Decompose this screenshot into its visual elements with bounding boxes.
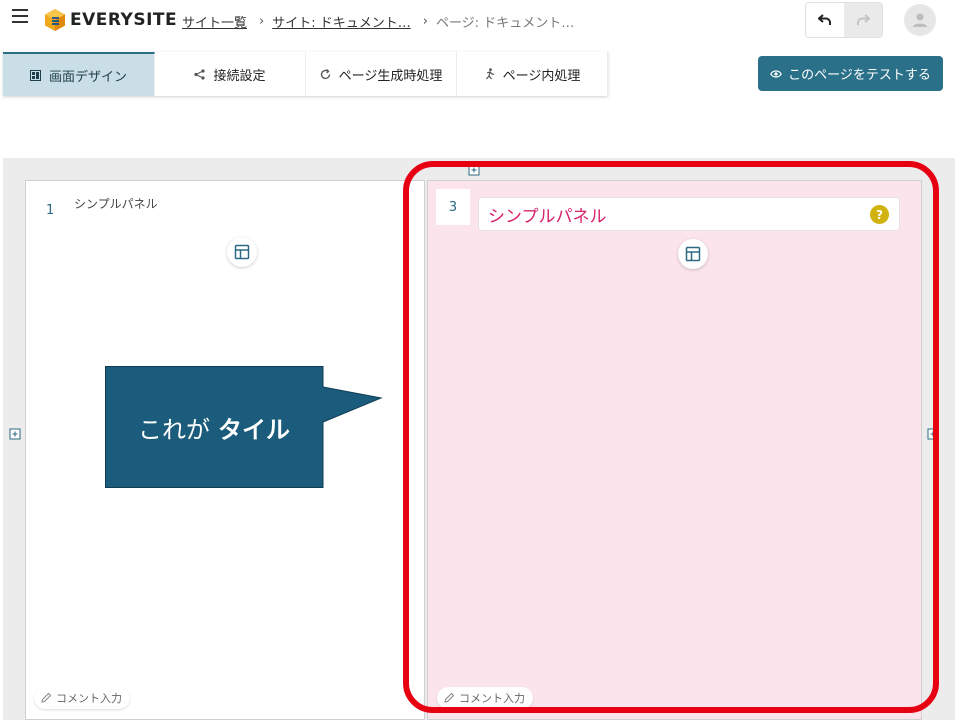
add-tile-right-icon[interactable]: [927, 428, 939, 440]
tab-screen-design[interactable]: 画面デザイン: [3, 52, 155, 96]
runner-icon: [484, 68, 495, 80]
help-icon[interactable]: ?: [870, 205, 889, 224]
test-page-label: このページをテストする: [788, 68, 931, 83]
logo-text: EVERYSITE: [70, 10, 178, 30]
callout-text-bold: タイル: [218, 415, 290, 444]
layout-icon: [234, 244, 250, 260]
undo-button[interactable]: [806, 3, 844, 37]
tile-number: 1: [46, 203, 55, 218]
breadcrumb: サイト一覧 › サイト: ドキュメント… › ページ: ドキュメント…: [182, 12, 574, 31]
pencil-icon: [443, 692, 455, 704]
add-tile-top-icon[interactable]: [468, 164, 480, 176]
callout-text: これが タイル: [105, 366, 323, 488]
user-icon: [913, 13, 927, 27]
test-page-button[interactable]: このページをテストする: [758, 56, 943, 91]
comment-label: コメント入力: [459, 692, 525, 705]
comment-label: コメント入力: [56, 692, 122, 705]
add-tile-left-icon[interactable]: [9, 428, 21, 440]
tab-bar: 画面デザイン 接続設定 ページ生成時処理 ページ内処理: [3, 52, 608, 96]
tab-label: ページ生成時処理: [338, 68, 443, 84]
tab-label: ページ内処理: [502, 68, 581, 84]
tile-title-input[interactable]: シンプルパネル ?: [478, 197, 900, 231]
tab-label: 接続設定: [213, 68, 266, 84]
logo[interactable]: EVERYSITE: [44, 8, 177, 32]
tile-title: シンプルパネル: [74, 197, 158, 211]
tile-number: 3: [436, 189, 470, 225]
connection-icon: [194, 68, 206, 80]
undo-icon: [818, 14, 831, 25]
top-bar: EVERYSITE サイト一覧 › サイト: ドキュメント… › ページ: ドキ…: [0, 0, 958, 44]
hamburger-menu-icon[interactable]: [12, 9, 28, 25]
pencil-icon: [40, 692, 52, 704]
layout-icon: [685, 246, 701, 262]
layout-button[interactable]: [227, 237, 257, 267]
tile-number-text: 3: [448, 199, 458, 215]
avatar[interactable]: [904, 4, 936, 36]
logo-mark-icon: [45, 9, 65, 31]
tab-page-generation[interactable]: ページ生成時処理: [306, 52, 457, 96]
comment-button[interactable]: コメント入力: [437, 687, 533, 709]
tab-label: 画面デザイン: [48, 69, 127, 85]
undo-redo-group: [805, 2, 883, 38]
redo-button[interactable]: [844, 3, 882, 37]
breadcrumb-site-list[interactable]: サイト一覧: [182, 12, 247, 31]
tile-3[interactable]: 3 シンプルパネル ? コメント入力: [427, 180, 922, 720]
layout-button[interactable]: [678, 239, 708, 269]
callout-text-prefix: これが: [138, 415, 210, 444]
callout: これが タイル: [105, 366, 385, 490]
eye-icon: [770, 69, 783, 79]
tile-title: シンプルパネル: [488, 206, 607, 227]
breadcrumb-separator-icon: ›: [422, 14, 428, 29]
redo-icon: [857, 14, 870, 25]
tab-connection-settings[interactable]: 接続設定: [155, 52, 306, 96]
tab-in-page-processing[interactable]: ページ内処理: [457, 52, 608, 96]
breadcrumb-site[interactable]: サイト: ドキュメント…: [272, 12, 411, 31]
design-icon: [29, 69, 41, 81]
comment-button[interactable]: コメント入力: [34, 687, 130, 709]
breadcrumb-page: ページ: ドキュメント…: [435, 16, 575, 31]
refresh-icon: [320, 68, 331, 80]
breadcrumb-separator-icon: ›: [259, 14, 265, 29]
